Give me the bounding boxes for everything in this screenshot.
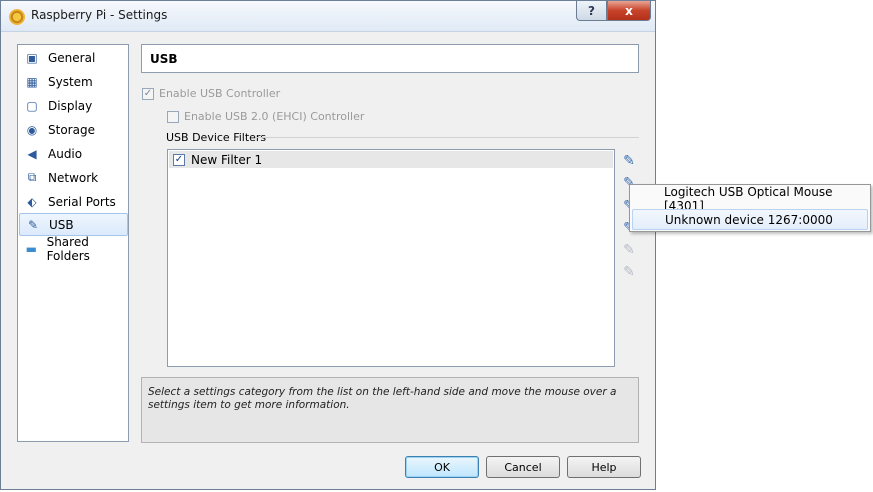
- enable-usb-controller-checkbox[interactable]: ✓: [142, 88, 154, 100]
- sidebar-item-serial-ports[interactable]: ⬖ Serial Ports: [19, 190, 128, 213]
- menu-item-logitech-mouse[interactable]: Logitech USB Optical Mouse [4301]: [632, 185, 868, 213]
- sidebar-item-label: General: [48, 50, 96, 65]
- monitor-icon: ▣: [26, 50, 38, 65]
- sidebar-item-usb[interactable]: ✎ USB: [19, 213, 128, 236]
- speaker-icon: ◀: [27, 146, 37, 161]
- filter-name: New Filter 1: [191, 152, 263, 167]
- move-filter-down-icon[interactable]: ✎: [620, 263, 638, 281]
- chip-icon: ▦: [26, 74, 38, 89]
- page-title: USB: [141, 44, 639, 73]
- sidebar-item-storage[interactable]: ◉ Storage: [19, 118, 128, 141]
- folder-icon: ▬: [25, 241, 37, 256]
- sidebar-item-label: System: [48, 74, 93, 89]
- sidebar-item-label: Display: [48, 98, 93, 113]
- sidebar-item-label: Storage: [48, 122, 95, 137]
- ok-button[interactable]: OK: [405, 456, 479, 478]
- move-filter-up-icon[interactable]: ✎: [620, 241, 638, 259]
- add-empty-filter-icon[interactable]: ✎: [620, 152, 638, 170]
- usb-device-popup-menu: Logitech USB Optical Mouse [4301] Unknow…: [629, 184, 871, 232]
- enable-usb2-label: Enable USB 2.0 (EHCI) Controller: [184, 110, 365, 123]
- enable-usb2-checkbox[interactable]: [167, 111, 179, 123]
- serial-port-icon: ⬖: [27, 194, 37, 209]
- help-button[interactable]: Help: [567, 456, 641, 478]
- settings-category-list: ▣ General ▦ System ▢ Display ◉ Storage ◀…: [17, 44, 129, 442]
- virtualbox-app-icon: [9, 9, 25, 25]
- window-title: Raspberry Pi - Settings: [31, 8, 168, 22]
- enable-usb-controller-label: Enable USB Controller: [159, 87, 281, 100]
- usb-icon: ✎: [27, 217, 39, 232]
- network-icon: ⧉: [27, 170, 37, 184]
- sidebar-item-system[interactable]: ▦ System: [19, 70, 128, 93]
- sidebar-item-general[interactable]: ▣ General: [19, 46, 128, 69]
- sidebar-item-audio[interactable]: ◀ Audio: [19, 142, 128, 165]
- sidebar-item-label: Serial Ports: [48, 194, 116, 209]
- sidebar-item-network[interactable]: ⧉ Network: [19, 166, 128, 189]
- group-divider: [256, 137, 639, 138]
- sidebar-item-label: USB: [49, 217, 74, 232]
- sidebar-item-label: Audio: [48, 146, 83, 161]
- list-item[interactable]: ✓ New Filter 1: [169, 151, 613, 168]
- close-button[interactable]: x: [607, 1, 651, 21]
- sidebar-item-display[interactable]: ▢ Display: [19, 94, 128, 117]
- usb-device-filters-heading: USB Device Filters: [166, 131, 267, 144]
- info-panel: Select a settings category from the list…: [141, 377, 639, 443]
- title-bar: Raspberry Pi - Settings ? x: [1, 1, 655, 32]
- cancel-button[interactable]: Cancel: [486, 456, 560, 478]
- filter-enabled-checkbox[interactable]: ✓: [173, 153, 185, 166]
- sidebar-item-label: Network: [48, 170, 99, 185]
- menu-item-unknown-device[interactable]: Unknown device 1267:0000: [632, 209, 868, 230]
- sidebar-item-shared-folders[interactable]: ▬ Shared Folders: [19, 234, 128, 263]
- display-icon: ▢: [26, 98, 38, 113]
- usb-filter-list[interactable]: ✓ New Filter 1: [167, 149, 615, 367]
- title-help-button[interactable]: ?: [576, 1, 607, 21]
- disk-icon: ◉: [26, 122, 38, 137]
- sidebar-item-label: Shared Folders: [46, 234, 90, 263]
